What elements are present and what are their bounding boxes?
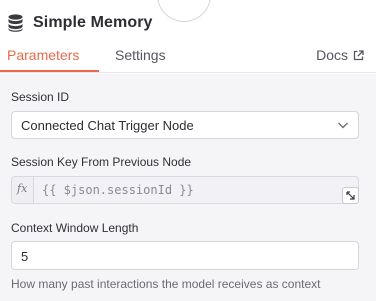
node-title: Simple Memory bbox=[33, 14, 153, 31]
session-key-expression-input[interactable]: fx {{ $json.sessionId }} bbox=[11, 176, 359, 204]
fx-icon: fx bbox=[17, 182, 28, 195]
database-icon bbox=[8, 14, 23, 32]
chevron-down-icon bbox=[338, 122, 348, 129]
tab-parameters[interactable]: Parameters bbox=[7, 47, 79, 63]
session-id-label: Session ID bbox=[11, 90, 70, 104]
node-header: Simple Memory bbox=[0, 6, 153, 40]
session-key-value: {{ $json.sessionId }} bbox=[42, 183, 194, 197]
tab-settings[interactable]: Settings bbox=[115, 47, 166, 63]
docs-link[interactable]: Docs bbox=[316, 47, 364, 63]
connected-node-tab[interactable] bbox=[157, 0, 211, 22]
expand-editor-button[interactable] bbox=[342, 187, 359, 204]
context-window-input[interactable]: 5 bbox=[11, 241, 359, 270]
expression-toggle[interactable]: fx bbox=[12, 177, 34, 203]
docs-label: Docs bbox=[316, 47, 348, 63]
expand-icon bbox=[346, 191, 355, 200]
active-tab-indicator bbox=[0, 70, 99, 72]
parameters-panel: Session ID Connected Chat Trigger Node S… bbox=[0, 74, 376, 301]
tab-bar: Parameters Settings Docs bbox=[0, 40, 376, 73]
context-window-label: Context Window Length bbox=[11, 221, 139, 235]
session-key-label: Session Key From Previous Node bbox=[11, 155, 192, 169]
session-id-select[interactable]: Connected Chat Trigger Node bbox=[11, 111, 359, 139]
external-link-icon bbox=[353, 49, 364, 60]
panel-header-area: Simple Memory Parameters Settings Docs bbox=[0, 0, 376, 74]
session-id-value: Connected Chat Trigger Node bbox=[21, 118, 194, 133]
context-window-value: 5 bbox=[21, 249, 29, 264]
context-window-hint: How many past interactions the model rec… bbox=[11, 277, 321, 291]
